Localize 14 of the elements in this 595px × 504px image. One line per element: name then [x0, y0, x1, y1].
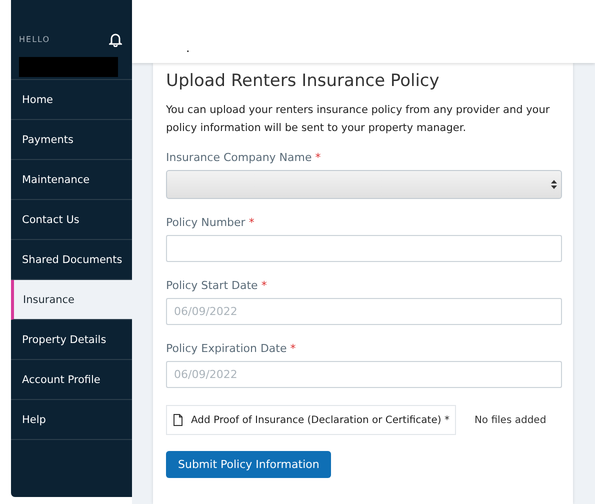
- date-field[interactable]: 06/09/2022: [166, 298, 562, 325]
- field-label: Policy Number *: [166, 216, 256, 229]
- field-label: Insurance Company Name *: [166, 151, 322, 164]
- form-title: Upload Renters Insurance Policy: [166, 71, 440, 91]
- submit-button[interactable]: Submit Policy Information: [166, 451, 332, 478]
- upload-button[interactable]: Add Proof of Insurance (Declaration or Certificate) *: [166, 405, 456, 435]
- greeting-text: HELLO: [19, 34, 51, 44]
- field-label: Policy Start Date *: [166, 279, 268, 292]
- dot-mark: .: [186, 41, 190, 55]
- file-status: No files added: [474, 414, 546, 426]
- field-label: Policy Expiration Date *: [166, 342, 297, 355]
- date-field[interactable]: 06/09/2022: [166, 361, 562, 388]
- nav-item[interactable]: Insurance: [11, 280, 132, 320]
- intro-text: You can upload your renters insurance policy from any provider and your policy information will be sent to your property manager.: [166, 103, 551, 136]
